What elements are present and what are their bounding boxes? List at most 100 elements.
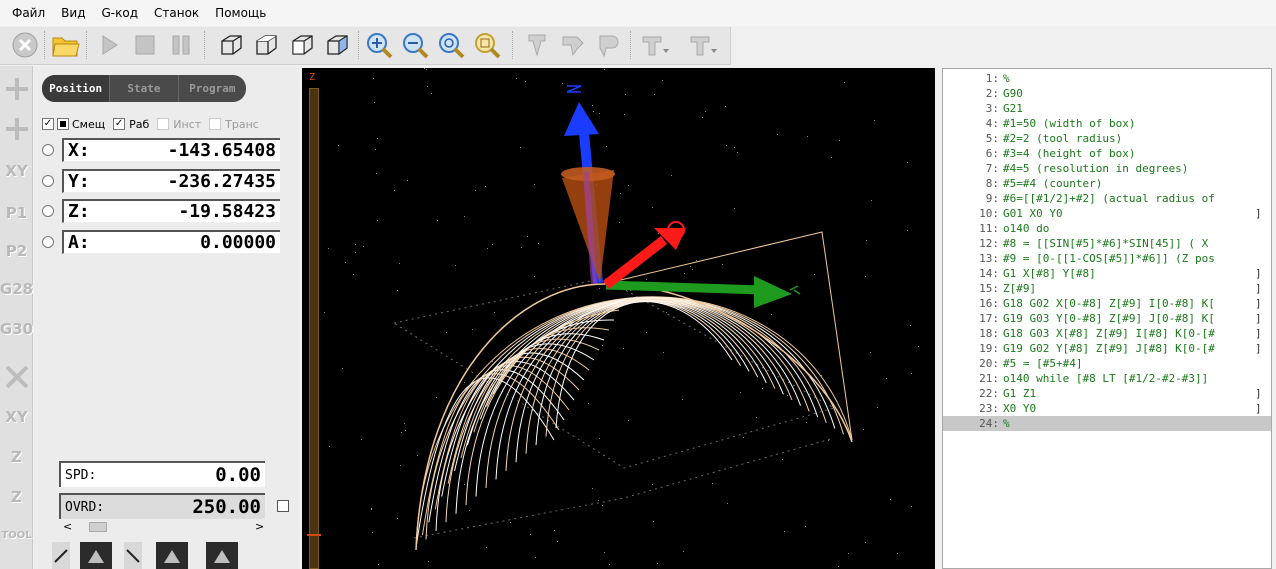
jog-up-icon[interactable] <box>80 542 112 569</box>
toolpath-viewport[interactable] <box>324 68 935 569</box>
tab-position[interactable]: Position <box>42 75 111 102</box>
dro-x[interactable]: X: -143.65408 <box>62 138 280 162</box>
gcode-line[interactable]: 14: G1 X[#8] Y[#8]] <box>943 266 1271 281</box>
grid-dot <box>866 240 867 241</box>
gcode-line[interactable]: 9: #6=[[#1/2]+#2] (actual radius of <box>943 191 1271 206</box>
line-bracket: ] <box>1255 207 1262 220</box>
tool-2-icon[interactable] <box>558 30 588 60</box>
grid-dot <box>628 420 629 421</box>
tool-change-icon[interactable]: TOOL <box>0 518 33 552</box>
gcode-line[interactable]: 2: G90 <box>943 86 1271 101</box>
menu-gcode[interactable]: G-код <box>93 0 146 26</box>
home-xy-icon[interactable]: XY <box>0 154 33 188</box>
gcode-line[interactable]: 19: G19 G02 Y[#8] Z[#9] J[#8] K[0-[#] <box>943 341 1271 356</box>
jog-diag-right-icon[interactable] <box>124 542 142 569</box>
gcode-line[interactable]: 5: #2=2 (tool radius) <box>943 131 1271 146</box>
gcode-line[interactable]: 16: G18 G02 X[0-#8] Z[#9] I[0-#8] K[] <box>943 296 1271 311</box>
tab-state[interactable]: State <box>110 75 179 102</box>
grid-dot <box>657 563 658 564</box>
goto-g28-icon[interactable]: G28 <box>0 272 33 306</box>
gcode-line[interactable]: 6: #3=4 (height of box) <box>943 146 1271 161</box>
pause-icon[interactable] <box>130 30 160 60</box>
grid-dot <box>401 432 402 433</box>
jog-diag-left-icon[interactable] <box>52 542 70 569</box>
gcode-line[interactable]: 18: G18 G03 X[#8] Z[#9] I[#8] K[0-[#] <box>943 326 1271 341</box>
jog-xy-plus-icon[interactable] <box>0 72 33 106</box>
tool-checkbox[interactable] <box>157 118 170 130</box>
gcode-line[interactable]: 1:% <box>943 71 1271 86</box>
gcode-line[interactable]: 22: G1 Z1] <box>943 386 1271 401</box>
tool-5-icon[interactable] <box>688 30 718 60</box>
gcode-line[interactable]: 13: #9 = [0-[[1-COS[#5]]*#6]] (Z pos <box>943 251 1271 266</box>
slider-right-arrow[interactable]: > <box>255 520 264 533</box>
dro-y[interactable]: Y: -236.27435 <box>62 169 280 193</box>
step-icon[interactable] <box>166 30 196 60</box>
gcode-line[interactable]: 8: #5=#4 (counter) <box>943 176 1271 191</box>
slider-thumb[interactable] <box>89 522 107 532</box>
gcode-line[interactable]: 4: #1=50 (width of box) <box>943 116 1271 131</box>
offset-checkbox[interactable]: ✓ <box>42 118 54 130</box>
dro-a[interactable]: A: 0.00000 <box>62 230 280 254</box>
line-number: 23: <box>979 402 999 415</box>
menu-machine[interactable]: Станок <box>146 0 207 26</box>
gcode-line[interactable]: 23: X0 Y0] <box>943 401 1271 416</box>
jog-z-up-icon[interactable] <box>156 542 188 569</box>
gcode-line[interactable]: 10: G01 X0 Y0] <box>943 206 1271 221</box>
view-top-icon[interactable] <box>251 30 281 60</box>
tool-3-icon[interactable] <box>593 30 623 60</box>
gcode-line[interactable]: 24:% <box>943 416 1271 431</box>
work-checkbox[interactable]: ✓ <box>113 118 126 130</box>
gcode-listing[interactable]: 1:% 2: G90 3: G21 4: #1=50 (width of box) 5: #2=… <box>942 68 1272 569</box>
spindle-speed-display[interactable]: SPD: 0.00 <box>59 461 265 487</box>
slider-left-arrow[interactable]: < <box>63 520 72 533</box>
select-x-radio[interactable] <box>42 144 54 156</box>
goto-p1-icon[interactable]: P1 <box>0 196 33 230</box>
tab-program[interactable]: Program <box>179 75 246 102</box>
jog-xy-minus-icon[interactable] <box>0 112 33 146</box>
gcode-line[interactable]: 12: #8 = [[SIN[#5]*#6]*SIN[45]] ( X <box>943 236 1271 251</box>
dro-z[interactable]: Z: -19.58423 <box>62 199 280 223</box>
gcode-line[interactable]: 11: o140 do <box>943 221 1271 236</box>
override-slider[interactable]: < > <box>59 520 267 534</box>
cross-icon[interactable] <box>0 360 33 394</box>
axis-x-arrow <box>602 221 686 289</box>
trans-checkbox[interactable] <box>209 118 222 130</box>
view-front-icon[interactable] <box>287 30 317 60</box>
stop-icon[interactable] <box>10 30 40 60</box>
gcode-line[interactable]: 15: Z[#9]] <box>943 281 1271 296</box>
zoom-in-icon[interactable] <box>364 30 394 60</box>
override-display[interactable]: OVRD: 250.00 <box>59 493 265 519</box>
goto-p2-icon[interactable]: P2 <box>0 234 33 268</box>
zoom-window-icon[interactable] <box>472 30 502 60</box>
select-y-radio[interactable] <box>42 175 54 187</box>
grid-dot <box>870 352 871 353</box>
zero-xy-icon[interactable]: XY <box>0 400 33 434</box>
gcode-line[interactable]: 7: #4=5 (resolution in degrees) <box>943 161 1271 176</box>
grid-dot <box>863 429 864 430</box>
zoom-fit-icon[interactable] <box>436 30 466 60</box>
gcode-line[interactable]: 17: G19 G03 Y[0-#8] Z[#9] J[0-#8] K[] <box>943 311 1271 326</box>
zoom-out-icon[interactable] <box>400 30 430 60</box>
override-checkbox[interactable] <box>277 500 289 512</box>
grid-dot <box>538 243 539 244</box>
open-icon[interactable] <box>51 30 81 60</box>
goto-g30-icon[interactable]: G30 <box>0 312 33 346</box>
select-a-radio[interactable] <box>42 236 54 248</box>
menu-help[interactable]: Помощь <box>207 0 274 26</box>
view-iso-icon[interactable] <box>216 30 246 60</box>
view-side-icon[interactable] <box>322 30 352 60</box>
menu-file[interactable]: Файл <box>4 0 53 26</box>
gcode-line[interactable]: 20: #5 = [#5+#4] <box>943 356 1271 371</box>
probe-z-icon[interactable]: Z <box>0 480 33 514</box>
menu-view[interactable]: Вид <box>53 0 93 26</box>
gcode-line[interactable]: 21: o140 while [#8 LT [#1/2-#2-#3]] <box>943 371 1271 386</box>
tool-4-icon[interactable] <box>640 30 670 60</box>
gcode-line[interactable]: 3: G21 <box>943 101 1271 116</box>
line-code: G1 X[#8] Y[#8] <box>1003 267 1096 280</box>
select-z-radio[interactable] <box>42 205 54 217</box>
jog-a-up-icon[interactable] <box>206 542 238 569</box>
zero-z-icon[interactable]: Z <box>0 440 33 474</box>
tool-1-icon[interactable] <box>522 30 552 60</box>
toolbar-separator <box>204 31 206 59</box>
run-icon[interactable] <box>94 30 124 60</box>
